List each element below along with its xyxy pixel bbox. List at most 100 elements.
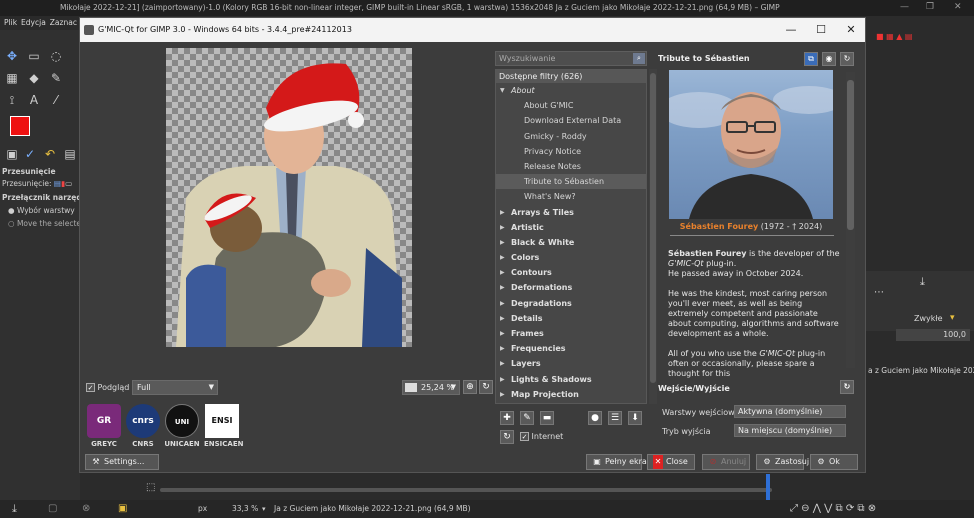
- pointer-icon[interactable]: ▣: [118, 500, 127, 518]
- visibility-button[interactable]: ●: [588, 411, 602, 425]
- search-icon[interactable]: ⌕: [633, 53, 645, 64]
- filter-item[interactable]: Release Notes: [496, 159, 646, 174]
- radio-move-active[interactable]: ○ Move the selecte: [8, 219, 81, 228]
- zoom-arrow-icon[interactable]: ▾: [262, 500, 266, 518]
- category-item[interactable]: ▶ Layers: [496, 356, 646, 371]
- layer-mode[interactable]: Zwykłe: [914, 314, 943, 323]
- dialog-close-icon[interactable]: ✕: [836, 18, 866, 42]
- info-scrollbar[interactable]: [846, 72, 855, 368]
- menu-zaznacz[interactable]: Zaznac: [50, 18, 77, 27]
- internet-checkbox[interactable]: ✓: [520, 432, 529, 441]
- export-icon[interactable]: ⤓: [920, 275, 925, 289]
- category-item[interactable]: ▶ Map Projection: [496, 387, 646, 402]
- dock-bottom-icons[interactable]: ⤢ ⊖ ⋀ ⋁ ⧉ ⟳ ⧉ ⊗: [790, 500, 876, 518]
- more-icon[interactable]: ⋯: [874, 287, 884, 298]
- radio-pick-layer[interactable]: ● Wybór warstwy: [8, 206, 75, 215]
- random-icon[interactable]: ◉: [822, 52, 836, 66]
- filter-item-selected[interactable]: Tribute to Sébastien: [496, 174, 646, 190]
- preview-toggle[interactable]: ✓ Podgląd: [86, 383, 129, 392]
- layer-name[interactable]: a z Guciem jako Mikołaje 2022-: [868, 366, 974, 375]
- category-item[interactable]: ▶ Deformations: [496, 280, 646, 295]
- category-item[interactable]: ▶ Details: [496, 311, 646, 326]
- apply-button[interactable]: ⚙ Zastosuj: [756, 454, 809, 470]
- fullscreen-button[interactable]: ▣ Pełny ekran: [586, 454, 652, 470]
- zoom-in-button[interactable]: ⊕: [463, 380, 477, 394]
- category-item[interactable]: ▶ Degradations: [496, 296, 646, 311]
- caption-name[interactable]: Sébastien Fourey: [680, 222, 758, 231]
- filter-item[interactable]: About G'MIC: [496, 98, 646, 113]
- filter-item[interactable]: Privacy Notice: [496, 144, 646, 159]
- quick-mask-icon[interactable]: ⬚: [146, 482, 155, 493]
- crop-icon[interactable]: ▦: [4, 70, 20, 86]
- copy-icon[interactable]: ⧉: [804, 52, 818, 66]
- io-reset-icon[interactable]: ↻: [840, 380, 854, 394]
- ok-button[interactable]: ⚙ Ok: [810, 454, 858, 470]
- path-icon[interactable]: ⟟: [4, 92, 20, 108]
- minimize-icon[interactable]: —: [900, 0, 909, 15]
- refresh-filters-button[interactable]: ↻: [500, 430, 514, 444]
- layers-icon[interactable]: ▤: [62, 146, 78, 162]
- category-item[interactable]: ▶ Frequencies: [496, 341, 646, 356]
- mode-chain-icon[interactable]: ▾: [950, 313, 955, 323]
- rename-fave-button[interactable]: ✎: [520, 411, 534, 425]
- unit-select[interactable]: px: [198, 500, 207, 518]
- category-item[interactable]: ▶ Contours: [496, 265, 646, 280]
- menu-edycja[interactable]: Edycja: [21, 18, 46, 27]
- remove-fave-button[interactable]: ▬: [540, 411, 554, 425]
- tool-options-icon[interactable]: ✓: [22, 146, 38, 162]
- close-button[interactable]: ✕ Close: [647, 454, 695, 470]
- text-tool-icon[interactable]: A: [26, 92, 42, 108]
- category-item[interactable]: ▶ Arrays & Tiles: [496, 205, 646, 220]
- filter-item[interactable]: Download External Data: [496, 113, 646, 128]
- cancel-button[interactable]: ⊘ Anuluj: [702, 454, 750, 470]
- horizontal-scrollbar[interactable]: [160, 488, 772, 492]
- filter-tree[interactable]: Dostępne filtry (626) ▼ About About G'MIC…: [495, 69, 647, 404]
- close-icon[interactable]: ✕: [954, 0, 962, 15]
- brush-icon[interactable]: ✎: [48, 70, 64, 86]
- menu-plik[interactable]: Plik: [4, 18, 17, 27]
- opacity-field[interactable]: 100,0: [896, 329, 970, 341]
- category-item[interactable]: ▶ Artistic: [496, 220, 646, 235]
- foreground-color-swatch[interactable]: [10, 116, 30, 136]
- lasso-icon[interactable]: ◌: [48, 48, 64, 64]
- category-item[interactable]: ▶ Frames: [496, 326, 646, 341]
- maximize-icon[interactable]: ❐: [926, 0, 934, 15]
- category-item[interactable]: ▶ Colors: [496, 250, 646, 265]
- picker-icon[interactable]: ⁄: [48, 92, 64, 108]
- new-image-icon[interactable]: ▢: [48, 500, 57, 518]
- category-item[interactable]: ▶ Black & White: [496, 235, 646, 250]
- filter-item[interactable]: What's New?: [496, 189, 646, 204]
- dialog-minimize-icon[interactable]: —: [776, 18, 806, 42]
- reset-icon[interactable]: ↻: [840, 52, 854, 66]
- input-layers-select[interactable]: Aktywna (domyślnie): [734, 405, 846, 418]
- undo-icon[interactable]: ↶: [42, 146, 58, 162]
- images-icon[interactable]: ▣: [4, 146, 20, 162]
- scroll-thumb[interactable]: [847, 80, 854, 230]
- preview-checkbox[interactable]: ✓: [86, 383, 95, 392]
- category-item[interactable]: ▶ Lights & Shadows: [496, 372, 646, 387]
- import-button[interactable]: ⬇: [628, 411, 642, 425]
- preview-image[interactable]: [166, 48, 412, 347]
- zoom-reset-button[interactable]: ↻: [479, 380, 493, 394]
- rect-select-icon[interactable]: ▭: [26, 48, 42, 64]
- add-fave-button[interactable]: ✚: [500, 411, 514, 425]
- search-input[interactable]: Wyszukiwanie ⌕: [495, 51, 647, 66]
- bucket-icon[interactable]: ◆: [26, 70, 42, 86]
- output-mode-select[interactable]: Na miejscu (domyślnie): [734, 424, 846, 437]
- dialog-maximize-icon[interactable]: ☐: [806, 18, 836, 42]
- zoom-select[interactable]: 33,3 %: [232, 500, 258, 518]
- delete-icon[interactable]: ⊗: [82, 500, 90, 518]
- move-tool-icon[interactable]: ✥: [4, 48, 20, 64]
- vertical-scroll-indicator[interactable]: [766, 474, 770, 500]
- select-filters-button[interactable]: ☰: [608, 411, 622, 425]
- filter-item[interactable]: Gmicky - Roddy: [496, 129, 646, 144]
- preview-photo: [176, 63, 402, 347]
- category-about[interactable]: ▼ About: [496, 83, 646, 98]
- preview-mode-select[interactable]: Full ▼: [132, 380, 218, 395]
- internet-toggle[interactable]: ✓ Internet: [520, 432, 563, 441]
- output-mode-label: Tryb wyjścia: [662, 427, 711, 436]
- export-icon[interactable]: ⤓: [12, 500, 17, 518]
- settings-button[interactable]: ⚒ Settings...: [85, 454, 159, 470]
- dock-icons[interactable]: ■ ▦ ▲ ▤: [876, 32, 966, 44]
- zoom-field[interactable]: 25,24 % ▼: [402, 380, 460, 395]
